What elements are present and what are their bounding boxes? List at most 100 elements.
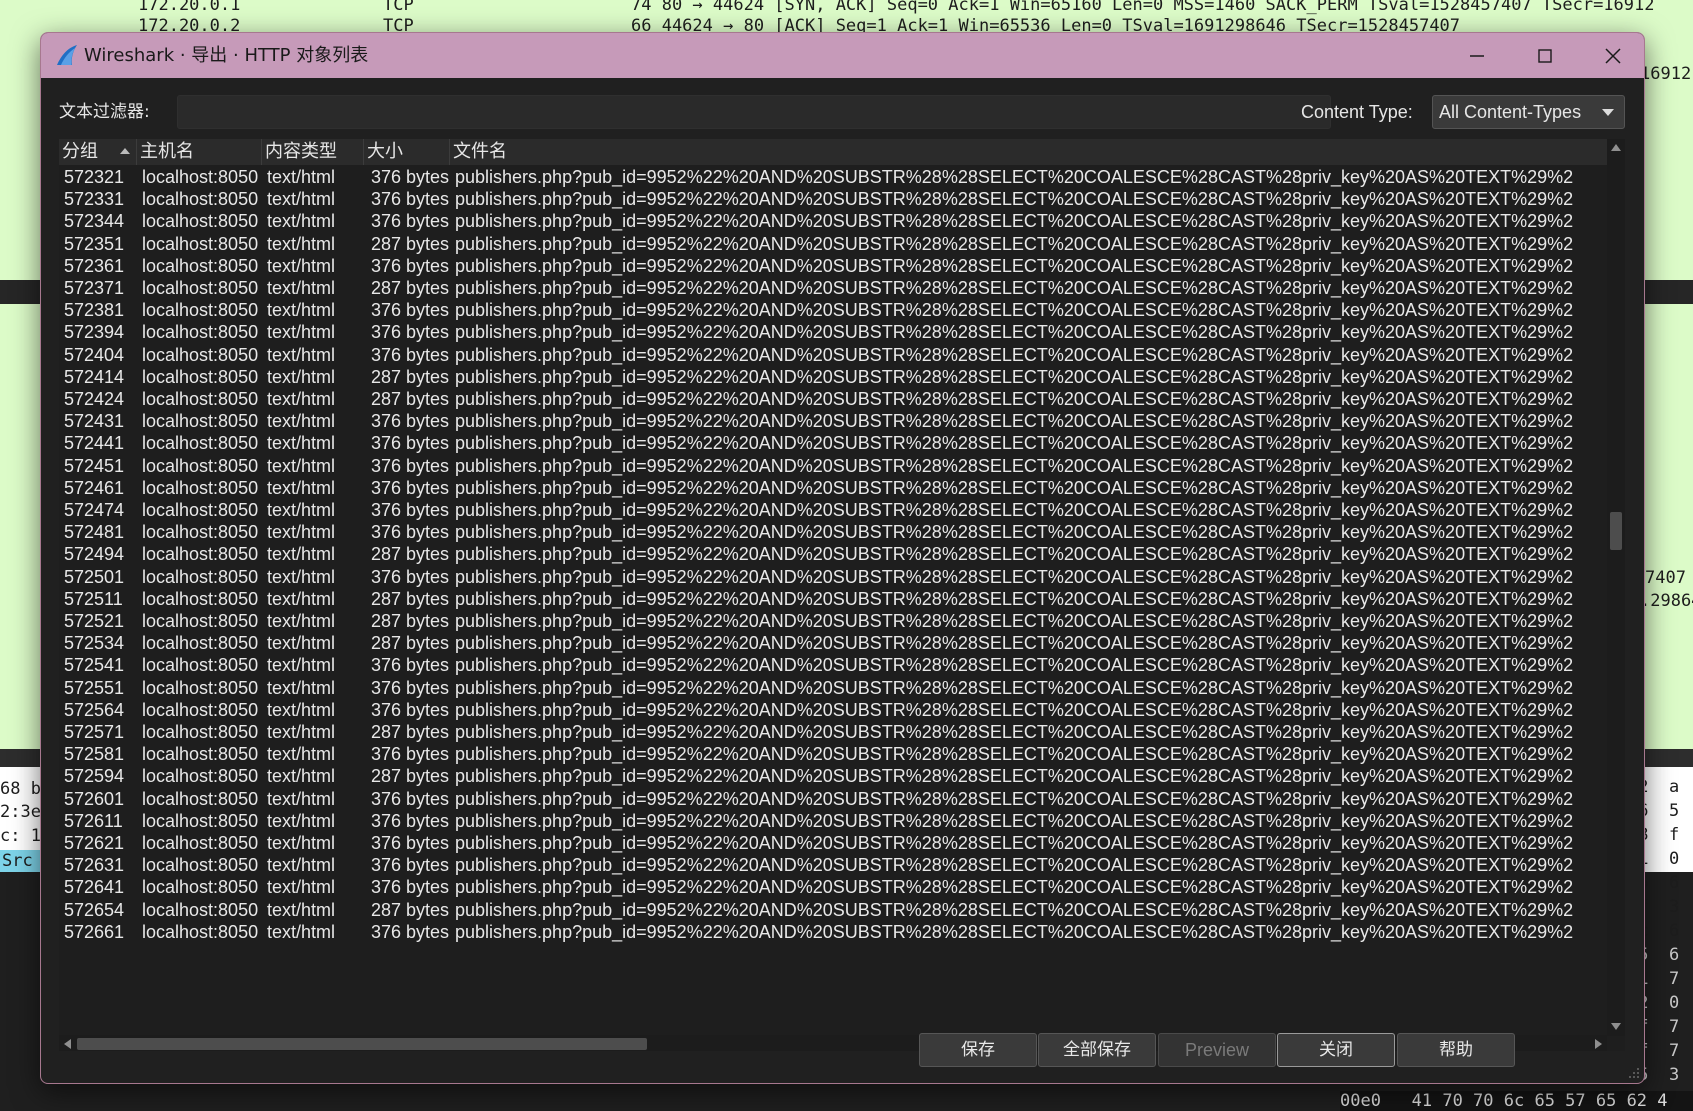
table-row[interactable]: 572501 localhost:8050 text/html 376 bytes pu… xyxy=(59,565,1607,589)
scroll-up-icon[interactable] xyxy=(1611,144,1621,151)
table-row[interactable]: 572344 localhost:8050 text/html 376 bytes pu… xyxy=(59,209,1607,233)
table-row[interactable]: 572494 localhost:8050 text/html 287 bytes pu… xyxy=(59,542,1607,566)
table-row[interactable]: 572511 localhost:8050 text/html 287 bytes pu… xyxy=(59,587,1607,611)
cell-packet: 572501 xyxy=(64,566,125,587)
table-row[interactable]: 572641 localhost:8050 text/html 376 bytes pu… xyxy=(59,875,1607,899)
table-row[interactable]: 572521 localhost:8050 text/html 287 bytes pu… xyxy=(59,609,1607,633)
table-row[interactable]: 572414 localhost:8050 text/html 287 bytes pu… xyxy=(59,365,1607,389)
table-row[interactable]: 572581 localhost:8050 text/html 376 bytes pu… xyxy=(59,742,1607,766)
table-row[interactable]: 572571 localhost:8050 text/html 287 bytes pu… xyxy=(59,720,1607,744)
table-row[interactable]: 572441 localhost:8050 text/html 376 bytes pu… xyxy=(59,431,1607,455)
cell-filename: publishers.php?pub_id=9952%22%20AND%20SU… xyxy=(455,189,1574,210)
cell-packet: 572571 xyxy=(64,722,125,742)
cell-packet: 572321 xyxy=(64,167,125,187)
column-header-size[interactable]: 大小 xyxy=(364,139,450,165)
cell-hostname: localhost:8050 xyxy=(142,366,259,387)
table-row[interactable]: 572601 localhost:8050 text/html 376 bytes pu… xyxy=(59,787,1607,811)
scrollbar-thumb[interactable] xyxy=(77,1038,647,1050)
cell-hostname: localhost:8050 xyxy=(142,833,259,853)
table-row[interactable]: 572631 localhost:8050 text/html 376 bytes pu… xyxy=(59,853,1607,877)
cell-packet: 572361 xyxy=(64,255,125,276)
cell-content-type: text/html xyxy=(267,455,336,476)
cell-hostname: localhost:8050 xyxy=(142,588,259,609)
help-button[interactable]: 帮助 xyxy=(1397,1033,1515,1067)
close-button[interactable]: 关闭 xyxy=(1277,1033,1395,1067)
table-row[interactable]: 572474 localhost:8050 text/html 376 bytes pu… xyxy=(59,498,1607,522)
save-button[interactable]: 保存 xyxy=(919,1033,1037,1067)
table-row[interactable]: 572594 localhost:8050 text/html 287 bytes pu… xyxy=(59,764,1607,788)
table-row[interactable]: 572481 localhost:8050 text/html 376 bytes pu… xyxy=(59,520,1607,544)
cell-size: 376 bytes xyxy=(370,877,449,898)
cell-hostname: localhost:8050 xyxy=(142,300,259,321)
table-row[interactable]: 572404 localhost:8050 text/html 376 bytes pu… xyxy=(59,343,1607,367)
cell-content-type: text/html xyxy=(267,566,336,587)
table-row[interactable]: 572654 localhost:8050 text/html 287 bytes pu… xyxy=(59,898,1607,922)
cell-hostname: localhost:8050 xyxy=(142,611,259,631)
content-type-select[interactable]: All Content-Types xyxy=(1432,95,1625,129)
maximize-button[interactable] xyxy=(1511,33,1579,78)
cell-content-type: text/html xyxy=(267,699,336,720)
http-objects-table[interactable]: 分组 主机名 内容类型 大小 文件名 572321 localhost:8050 t… xyxy=(59,139,1625,1051)
cell-hostname: localhost:8050 xyxy=(142,433,259,454)
column-label: 文件名 xyxy=(453,141,507,162)
table-row[interactable]: 572541 localhost:8050 text/html 376 bytes pu… xyxy=(59,653,1607,677)
cell-content-type: text/html xyxy=(267,366,336,387)
minimize-button[interactable] xyxy=(1443,33,1511,78)
cell-content-type: text/html xyxy=(267,211,336,232)
table-row[interactable]: 572321 localhost:8050 text/html 376 bytes pu… xyxy=(59,165,1607,189)
cell-content-type: text/html xyxy=(267,322,336,343)
table-row[interactable]: 572394 localhost:8050 text/html 376 bytes pu… xyxy=(59,320,1607,344)
table-row[interactable]: 572451 localhost:8050 text/html 376 bytes pu… xyxy=(59,454,1607,478)
cell-hostname: localhost:8050 xyxy=(142,344,259,365)
cell-content-type: text/html xyxy=(267,167,336,187)
column-header-hostname[interactable]: 主机名 xyxy=(137,139,262,165)
column-header-packet[interactable]: 分组 xyxy=(59,139,137,165)
scroll-down-icon[interactable] xyxy=(1611,1023,1621,1030)
text-filter-label: 文本过滤器: xyxy=(59,102,150,122)
cell-filename: publishers.php?pub_id=9952%22%20AND%20SU… xyxy=(455,722,1574,742)
cell-filename: publishers.php?pub_id=9952%22%20AND%20SU… xyxy=(455,921,1574,942)
cell-filename: publishers.php?pub_id=9952%22%20AND%20SU… xyxy=(455,389,1574,409)
table-row[interactable]: 572534 localhost:8050 text/html 287 bytes pu… xyxy=(59,631,1607,655)
cell-packet: 572611 xyxy=(64,810,123,831)
cell-hostname: localhost:8050 xyxy=(142,211,259,232)
table-row[interactable]: 572551 localhost:8050 text/html 376 bytes pu… xyxy=(59,676,1607,700)
cell-filename: publishers.php?pub_id=9952%22%20AND%20SU… xyxy=(455,833,1574,853)
preview-button[interactable]: Preview xyxy=(1158,1033,1276,1067)
table-row[interactable]: 572361 localhost:8050 text/html 376 bytes pu… xyxy=(59,254,1607,278)
table-row[interactable]: 572331 localhost:8050 text/html 376 bytes pu… xyxy=(59,187,1607,211)
cell-filename: publishers.php?pub_id=9952%22%20AND%20SU… xyxy=(455,233,1574,254)
table-row[interactable]: 572381 localhost:8050 text/html 376 bytes pu… xyxy=(59,298,1607,322)
table-row[interactable]: 572461 localhost:8050 text/html 376 bytes pu… xyxy=(59,476,1607,500)
scroll-right-icon[interactable] xyxy=(1595,1039,1602,1049)
close-window-button[interactable] xyxy=(1579,33,1644,78)
cell-packet: 572381 xyxy=(64,300,125,321)
bg-src-highlight: Src xyxy=(0,850,40,872)
text-filter-input[interactable] xyxy=(177,95,1331,129)
column-header-content-type[interactable]: 内容类型 xyxy=(262,139,364,165)
save-all-button[interactable]: 全部保存 xyxy=(1038,1033,1156,1067)
cell-content-type: text/html xyxy=(267,744,336,765)
table-row[interactable]: 572351 localhost:8050 text/html 287 bytes pu… xyxy=(59,232,1607,256)
table-header: 分组 主机名 内容类型 大小 文件名 xyxy=(59,139,1607,165)
table-row[interactable]: 572431 localhost:8050 text/html 376 bytes pu… xyxy=(59,409,1607,433)
table-row[interactable]: 572611 localhost:8050 text/html 376 bytes pu… xyxy=(59,809,1607,833)
table-row[interactable]: 572621 localhost:8050 text/html 376 bytes pu… xyxy=(59,831,1607,855)
table-row[interactable]: 572424 localhost:8050 text/html 287 bytes pu… xyxy=(59,387,1607,411)
cell-content-type: text/html xyxy=(267,522,336,543)
cell-size: 376 bytes xyxy=(370,167,449,187)
cell-size: 376 bytes xyxy=(370,833,449,853)
cell-hostname: localhost:8050 xyxy=(142,899,259,920)
cell-content-type: text/html xyxy=(267,611,336,631)
cell-hostname: localhost:8050 xyxy=(142,566,259,587)
column-header-filename[interactable]: 文件名 xyxy=(450,139,1607,165)
cell-hostname: localhost:8050 xyxy=(142,655,259,676)
scroll-left-icon[interactable] xyxy=(64,1039,71,1049)
table-row[interactable]: 572564 localhost:8050 text/html 376 bytes pu… xyxy=(59,698,1607,722)
vertical-scrollbar[interactable] xyxy=(1607,139,1625,1036)
scrollbar-thumb[interactable] xyxy=(1610,512,1622,550)
table-row[interactable]: 572661 localhost:8050 text/html 376 bytes pu… xyxy=(59,920,1607,944)
table-row[interactable]: 572371 localhost:8050 text/html 287 bytes pu… xyxy=(59,276,1607,300)
resize-grip-icon[interactable] xyxy=(1626,1065,1640,1079)
title-bar[interactable]: Wireshark · 导出 · HTTP 对象列表 xyxy=(41,33,1644,78)
